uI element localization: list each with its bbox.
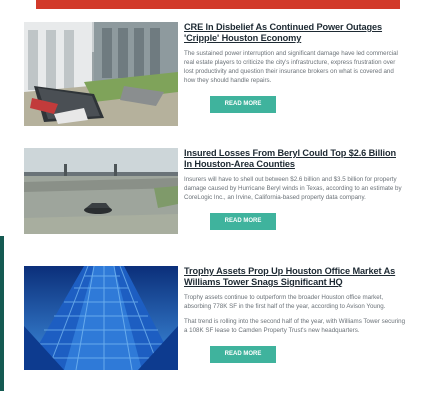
article-headline[interactable]: Trophy Assets Prop Up Houston Office Mar… <box>184 266 406 288</box>
left-accent-bar <box>0 236 4 391</box>
article-summary: The sustained power interruption and sig… <box>184 50 398 85</box>
article-image-flooded-highway[interactable] <box>24 148 178 234</box>
article-headline[interactable]: CRE In Disbelief As Continued Power Outa… <box>184 22 406 44</box>
article-summary: Insurers will have to shell out between … <box>184 176 402 202</box>
article-summary-continued: That trend is rolling into the second ha… <box>184 318 406 335</box>
article-image-storm-damage[interactable] <box>24 22 178 126</box>
read-more-button[interactable]: READ MORE <box>210 213 276 231</box>
article-image-glass-tower[interactable] <box>24 266 178 370</box>
top-banner[interactable] <box>36 0 400 9</box>
read-more-button[interactable]: READ MORE <box>210 96 276 113</box>
article-summary: Trophy assets continue to outperform the… <box>184 294 386 311</box>
article-headline[interactable]: Insured Losses From Beryl Could Top $2.6… <box>184 148 406 170</box>
read-more-button[interactable]: READ MORE <box>210 346 276 363</box>
